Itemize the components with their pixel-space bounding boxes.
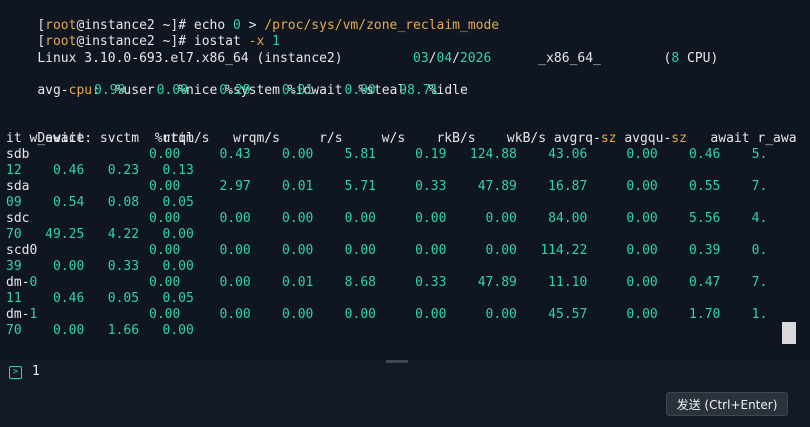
date-year: 2026	[459, 51, 492, 66]
command-line-2: [root@instance2 ~]# iostat -x 1	[6, 18, 280, 49]
device-header-sz: sz	[671, 131, 687, 146]
os-name: Linux	[37, 51, 85, 66]
date-day: 04	[436, 51, 453, 66]
date-month: 03	[413, 51, 429, 66]
device-row: dm-1	[6, 307, 37, 323]
cpu-count-close: CPU)	[679, 51, 719, 66]
device-row-wrap: 70 0.00 1.66 0.00	[6, 323, 194, 338]
device-row-values: 0.00 2.97 0.01 5.71 0.33 47.89 16.87 0.0…	[149, 179, 768, 194]
device-header-sz: sz	[600, 131, 617, 146]
device-header-cols: avgqu-	[616, 131, 672, 146]
device-name: scd0	[6, 243, 38, 258]
device-name-index: 1	[29, 307, 38, 322]
device-row: scd0	[6, 243, 37, 259]
avg-cpu-label: avg-	[37, 83, 69, 98]
scrollbar-thumb[interactable]	[782, 322, 796, 344]
device-row: sdb	[6, 147, 29, 163]
prompt-icon: >	[9, 366, 22, 379]
device-row-wrap: 70 49.25 4.22 0.00	[6, 227, 194, 242]
arch: _x86_64_	[538, 51, 601, 66]
cpu-values: 0.99 0.00 0.29 0.01 0.00 98.71	[94, 83, 439, 98]
device-row-values: 0.00 0.00 0.00 0.00 0.00 0.00 84.00 0.00…	[149, 211, 768, 226]
device-row: dm-0	[6, 275, 37, 291]
device-row-wrap: 12 0.46 0.23 0.13	[6, 163, 194, 178]
command-line-1: [root@instance2 ~]# echo 0 > /proc/sys/v…	[6, 2, 499, 33]
device-row-values: 0.00 0.00 0.01 8.68 0.33 47.89 11.10 0.0…	[149, 275, 768, 290]
device-name: sdb	[6, 147, 30, 162]
send-button[interactable]: 发送 (Ctrl+Enter)	[666, 392, 788, 416]
cpu-header-line: avg-cpu: %user %nice %system %iowait %st…	[6, 67, 467, 98]
device-row-values: 0.00 0.00 0.00 0.00 0.00 0.00 45.57 0.00…	[149, 307, 768, 322]
device-row-wrap: 09 0.54 0.08 0.05	[6, 195, 194, 210]
device-name: sdc	[6, 211, 30, 226]
cpu-count: 8	[671, 51, 680, 66]
command-path: /proc/sys/vm/zone_reclaim_mode	[264, 18, 500, 33]
device-row-values: 0.00 0.43 0.00 5.81 0.19 124.88 43.06 0.…	[149, 147, 768, 162]
resize-handle[interactable]	[386, 360, 408, 363]
device-header: Device: rrqm/s wrqm/s r/s w/s rkB/s wkB/…	[6, 115, 796, 146]
device-name: sda	[6, 179, 30, 194]
device-row-values: 0.00 0.00 0.00 0.00 0.00 0.00 114.22 0.0…	[149, 243, 768, 258]
device-name-index: 0	[29, 275, 38, 290]
device-name: dm-	[6, 307, 30, 322]
terminal-output[interactable]: [root@instance2 ~]# echo 0 > /proc/sys/v…	[0, 0, 810, 360]
device-row: sda	[6, 179, 29, 195]
device-row-wrap: 11 0.46 0.05 0.05	[6, 291, 194, 306]
device-name: dm-	[6, 275, 30, 290]
date-sep: /	[452, 51, 460, 66]
avg-cpu-label: cpu	[68, 83, 93, 98]
system-info-line: Linux 3.10.0-693.el7.x86_64 (instance2) …	[6, 35, 718, 66]
command-input[interactable]: 1	[32, 364, 40, 380]
kernel-version: 3.10.0-693.el7.x86_64 (instance2)	[84, 51, 343, 66]
device-row: sdc	[6, 211, 29, 227]
device-row-wrap: 39 0.00 0.33 0.00	[6, 259, 194, 274]
device-header-wrap: it w_await svctm %util	[6, 131, 194, 146]
date-sep: /	[428, 51, 437, 66]
device-header-cols: await r_awa	[686, 131, 797, 146]
